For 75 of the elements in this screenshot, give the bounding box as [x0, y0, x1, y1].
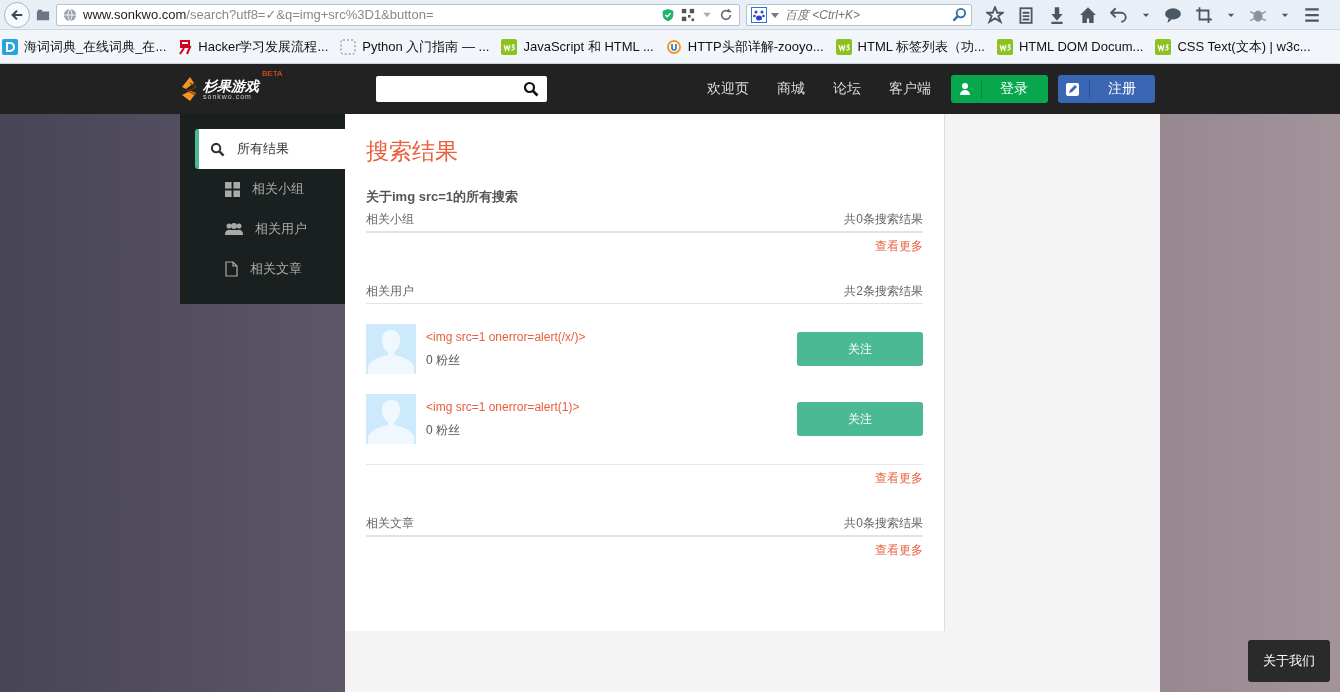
bookmark[interactable]: JavaScript 和 HTML ...	[501, 37, 654, 56]
shield-icon	[661, 7, 675, 22]
globe-icon	[63, 7, 77, 22]
about-us-button[interactable]: 关于我们	[1248, 640, 1330, 682]
w3c-icon	[501, 38, 518, 55]
address-bar[interactable]: www.sonkwo.com/search?utf8=✓&q=img+src%3D1&button=	[56, 3, 740, 26]
search-input[interactable]: 百度 <Ctrl+K>	[783, 6, 948, 23]
bookmark[interactable]: CSS Text(文本) | w3c...	[1155, 37, 1311, 56]
dashed-square-icon	[340, 38, 357, 55]
w3c-icon	[1155, 38, 1172, 55]
beta-label: BETA	[262, 69, 283, 78]
bookmark[interactable]: Hacker学习发展流程...	[178, 37, 329, 56]
crop-icon[interactable]	[1195, 5, 1213, 24]
nav-link[interactable]: 商城	[763, 80, 819, 98]
glyph-icon	[178, 38, 193, 55]
query-heading: 关于img src=1的所有搜索	[366, 188, 520, 206]
sidebar-item[interactable]: 相关用户	[195, 209, 345, 249]
sidebar-label: 相关文章	[250, 260, 302, 278]
user-name[interactable]: <img src=1 onerror=alert(/x/)>	[426, 329, 797, 344]
nav-link[interactable]: 论坛	[819, 80, 875, 98]
search-icon[interactable]	[523, 81, 539, 97]
pencil-icon	[1066, 82, 1079, 96]
section-title: 相关用户	[366, 283, 414, 300]
star-icon[interactable]	[986, 5, 1004, 24]
w3c-icon	[996, 38, 1013, 55]
logo-name: 杉果游戏	[203, 78, 259, 93]
result-count: 共0条搜索结果	[844, 211, 923, 228]
search-icon	[210, 141, 225, 157]
see-more-link[interactable]: 查看更多	[366, 465, 923, 512]
sidebar-label: 相关用户	[255, 220, 307, 238]
bookmark[interactable]: HTTP头部详解-zooyo...	[665, 37, 824, 56]
search-field[interactable]: 百度 <Ctrl+K>	[746, 3, 972, 26]
see-more-link[interactable]: 查看更多	[366, 233, 923, 280]
back-arrow-icon	[10, 7, 24, 22]
nav-link[interactable]: 欢迎页	[693, 80, 763, 98]
sidebar-label: 所有结果	[237, 140, 289, 158]
circle-u-icon	[665, 38, 682, 55]
sidebar-item[interactable]: 相关文章	[195, 249, 345, 289]
qr-code-icon[interactable]	[681, 7, 695, 22]
bookmark[interactable]: Python 入门指南 — ...	[340, 37, 490, 56]
file-icon	[225, 261, 238, 277]
grid-icon	[225, 181, 240, 197]
fan-count: 0 粉丝	[426, 351, 461, 369]
section-title: 相关文章	[366, 515, 414, 532]
user-name[interactable]: <img src=1 onerror=alert(1)>	[426, 399, 797, 414]
menu-icon[interactable]	[1303, 5, 1321, 24]
search-field[interactable]	[376, 76, 547, 102]
back-button[interactable]	[4, 1, 30, 28]
register-button[interactable]: 注册	[1058, 75, 1155, 103]
bookmark[interactable]: 海词词典_在线词典_在...	[2, 37, 167, 56]
user-icon	[959, 83, 971, 95]
sidebar-item[interactable]: 所有结果	[195, 129, 345, 169]
reload-icon[interactable]	[719, 7, 733, 22]
w3c-icon	[835, 38, 852, 55]
see-more-link[interactable]: 查看更多	[366, 537, 923, 584]
clipboard-icon[interactable]	[1017, 5, 1035, 24]
bookmark[interactable]: HTML 标签列表（功...	[835, 37, 985, 56]
undo-icon[interactable]	[1110, 5, 1128, 24]
sidebar-label: 相关小组	[252, 180, 304, 198]
users-icon	[225, 221, 243, 237]
paw-icon	[751, 6, 767, 23]
download-icon[interactable]	[1048, 5, 1066, 24]
chat-icon[interactable]	[1164, 5, 1182, 24]
results-title: 搜索结果	[366, 137, 459, 166]
home-icon[interactable]	[1079, 5, 1097, 24]
bookmark[interactable]: HTML DOM Docum...	[996, 38, 1144, 55]
result-count: 共2条搜索结果	[844, 283, 923, 300]
letter-d-icon	[2, 38, 18, 55]
section-title: 相关小组	[366, 211, 414, 228]
fan-count: 0 粉丝	[426, 421, 461, 439]
sidebar-item[interactable]: 相关小组	[195, 169, 345, 209]
result-count: 共0条搜索结果	[844, 515, 923, 532]
nav-link[interactable]: 客户端	[875, 80, 945, 98]
dropdown-icon[interactable]	[771, 10, 779, 19]
url-text: www.sonkwo.com/search?utf8=✓&q=img+src%3D1&button=	[83, 7, 435, 22]
